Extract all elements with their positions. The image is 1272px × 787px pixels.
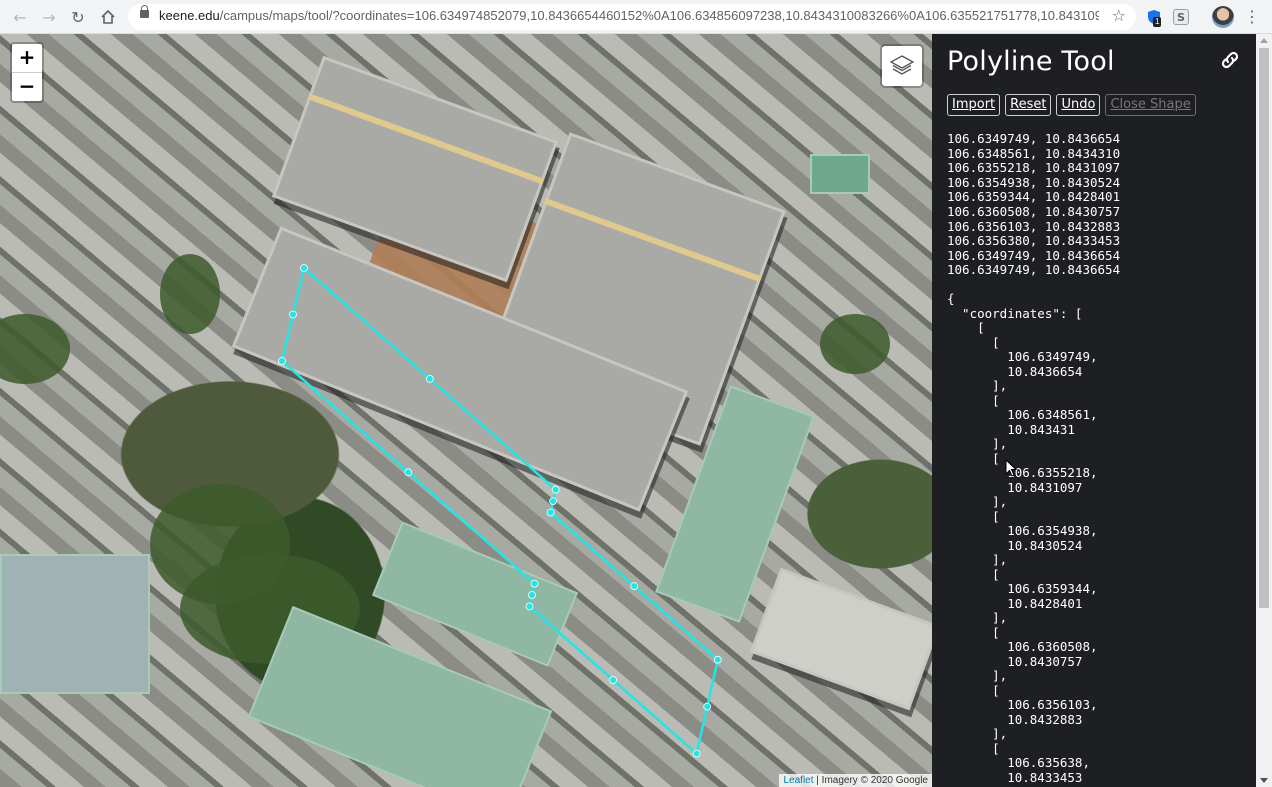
extension-s-icon[interactable]: S <box>1173 9 1189 25</box>
mouse-cursor-icon <box>1005 459 1017 477</box>
layers-button[interactable] <box>880 44 924 88</box>
midpoint-handle[interactable] <box>609 676 617 684</box>
midpoint-handle[interactable] <box>630 582 639 590</box>
coordinate-line: 106.6354938, 10.8430524 <box>947 174 1121 190</box>
zoom-in-button[interactable]: + <box>12 44 42 73</box>
vertex-handle[interactable] <box>551 485 560 494</box>
toolbar: Import Reset Undo Close Shape <box>947 94 1196 116</box>
map-attribution: Leaflet | Imagery © 2020 Google <box>779 774 932 787</box>
vertex-handle[interactable] <box>278 357 286 365</box>
scroll-up-arrow-icon[interactable] <box>1260 38 1268 43</box>
bookmark-star-icon[interactable]: ☆ <box>1112 6 1126 25</box>
scrollbar-thumb[interactable] <box>1259 48 1269 608</box>
reload-icon[interactable]: ↻ <box>66 5 90 29</box>
url-text: keene.edu/campus/maps/tool/?coordinates=… <box>159 8 1099 23</box>
url-host: keene.edu <box>159 8 220 23</box>
extension-s-label: S <box>1177 10 1185 24</box>
coordinate-line: 106.6355218, 10.8431097 <box>947 160 1121 176</box>
midpoint-handle[interactable] <box>528 591 536 599</box>
link-icon[interactable] <box>1218 48 1242 72</box>
polyline-overlay <box>278 264 722 758</box>
zoom-out-button[interactable]: − <box>12 73 42 101</box>
midpoint-handle[interactable] <box>549 497 557 506</box>
coordinate-list: 106.6349749, 10.8436654 106.6348561, 10.8… <box>947 131 1121 278</box>
midpoint-handle[interactable] <box>703 702 712 711</box>
close-shape-button: Close Shape <box>1105 94 1196 116</box>
forward-arrow-icon[interactable]: → <box>37 5 61 29</box>
zoom-control: + − <box>10 42 44 103</box>
page-scrollbar[interactable] <box>1256 34 1272 787</box>
coordinate-line: 106.6359344, 10.8428401 <box>947 189 1121 205</box>
coordinate-line: 106.6348561, 10.8434310 <box>947 145 1121 161</box>
vertex-handle[interactable] <box>713 655 722 664</box>
polyline-tool-panel: Polyline Tool Import Reset Undo Close Sh… <box>932 34 1256 787</box>
coordinate-line: 106.6349749, 10.8436654 <box>947 131 1121 146</box>
polyline-shape[interactable] <box>278 264 722 758</box>
vertex-handle[interactable] <box>530 579 539 588</box>
import-button[interactable]: Import <box>947 94 1001 116</box>
panel-title: Polyline Tool <box>947 46 1115 77</box>
coordinate-line: 106.6360508, 10.8430757 <box>947 203 1121 219</box>
coordinate-line: 106.6349749, 10.8436654 <box>947 247 1121 263</box>
vertex-handle[interactable] <box>300 264 308 272</box>
profile-avatar[interactable] <box>1212 6 1234 28</box>
leaflet-link[interactable]: Leaflet <box>783 775 813 786</box>
layers-icon <box>889 55 915 75</box>
midpoint-handle[interactable] <box>404 468 413 477</box>
extension-badge: 1 <box>1153 17 1162 27</box>
vertex-handle[interactable] <box>546 508 555 517</box>
vertex-handle[interactable] <box>692 749 701 758</box>
imagery-credit: | Imagery © 2020 Google <box>813 775 928 786</box>
home-icon[interactable] <box>96 5 120 29</box>
midpoint-handle[interactable] <box>425 374 434 383</box>
back-arrow-icon[interactable]: ← <box>8 5 32 29</box>
browser-toolbar: ← → ↻ keene.edu/campus/maps/tool/?coordi… <box>0 0 1272 34</box>
coordinate-line: 106.6356103, 10.8432883 <box>947 218 1121 234</box>
coordinate-line: 106.6356380, 10.8433453 <box>947 233 1121 249</box>
lock-icon[interactable] <box>140 5 149 18</box>
geojson-output: { "coordinates": [ [ [ 106.6349749, 10.8… <box>947 291 1098 785</box>
midpoint-handle[interactable] <box>289 310 297 319</box>
polyline-path[interactable] <box>280 267 720 756</box>
address-bar[interactable]: keene.edu/campus/maps/tool/?coordinates=… <box>128 4 1136 30</box>
url-path: /campus/maps/tool/?coordinates=106.63497… <box>219 8 1099 23</box>
scroll-down-arrow-icon[interactable] <box>1260 778 1268 783</box>
reset-button[interactable]: Reset <box>1005 94 1052 116</box>
vertex-handle[interactable] <box>525 602 534 611</box>
browser-menu-icon[interactable]: ⋮ <box>1244 6 1260 28</box>
satellite-map[interactable]: + − Leaflet | Imagery © 2020 Google <box>0 34 932 787</box>
coordinate-line: 106.6349749, 10.8436654 <box>947 262 1121 278</box>
undo-button[interactable]: Undo <box>1056 94 1101 116</box>
